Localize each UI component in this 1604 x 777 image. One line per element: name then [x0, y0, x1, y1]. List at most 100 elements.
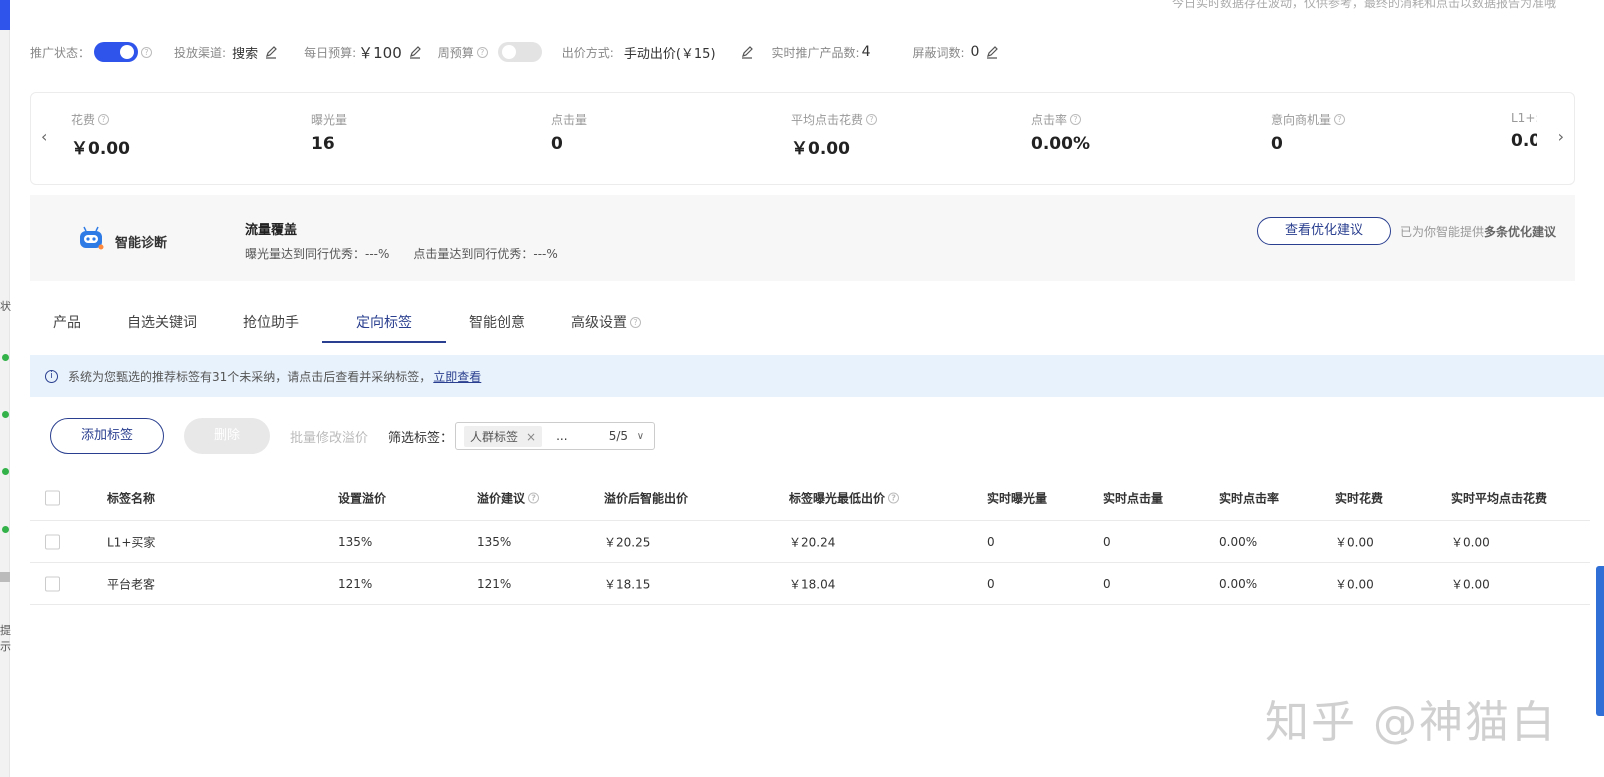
- help-icon[interactable]: ?: [1070, 114, 1082, 125]
- edit-icon[interactable]: [985, 45, 999, 59]
- data-disclaimer: 今日实时数据存在波动，仅供参考，最终的消耗和点击以数据报告为准哦: [1171, 0, 1556, 10]
- metric-label: 花费: [71, 113, 96, 127]
- tab-label: 高级设置: [571, 315, 627, 331]
- metric-label: L1+:: [1511, 111, 1537, 125]
- tag-toolbar: 添加标签 删除 批量修改溢价 筛选标签： 人群标签 × ... 5/5 ∨: [50, 418, 656, 454]
- metric-clicks: 点击量 0: [551, 111, 587, 154]
- tab-keywords[interactable]: 自选关键词: [104, 302, 220, 342]
- blocked-words-value: 0: [970, 44, 980, 60]
- column-header: 设置溢价: [338, 491, 387, 506]
- chevron-left-icon[interactable]: ‹: [41, 127, 47, 146]
- table-row[interactable]: L1+买家 135% 135% ￥20.25 ￥20.24 0 0 0.00% …: [30, 521, 1590, 563]
- tag-filter-select[interactable]: 人群标签 × ... 5/5 ∨: [455, 422, 656, 450]
- realtime-ctr: 0.00%: [1219, 534, 1258, 549]
- edit-icon[interactable]: [740, 45, 754, 59]
- column-header: 实时花费: [1335, 491, 1384, 506]
- batch-edit-premium-button[interactable]: 批量修改溢价: [290, 427, 368, 446]
- table-row[interactable]: 平台老客 121% 121% ￥18.15 ￥18.04 0 0 0.00% ￥…: [30, 563, 1590, 605]
- view-now-link[interactable]: 立即查看: [433, 368, 481, 385]
- status-dot: [2, 526, 9, 533]
- metric-value: 0.00%: [1031, 134, 1090, 154]
- metric-label: 平均点击花费: [791, 113, 864, 127]
- column-header: 溢价后智能出价: [604, 491, 689, 506]
- metric-label: 点击率: [1031, 113, 1068, 127]
- metric-l1-partial: L1+: 0.0: [1511, 111, 1537, 151]
- tab-label: 智能创意: [469, 315, 525, 331]
- min-bid: ￥20.24: [789, 535, 836, 549]
- help-icon[interactable]: ?: [866, 114, 878, 125]
- row-checkbox[interactable]: [45, 534, 60, 549]
- metrics-carousel: ‹ 花费? ￥0.00 曝光量 16 点击量 0 平均点击花费? ￥0.00 点…: [30, 92, 1575, 185]
- tab-advanced-settings[interactable]: 高级设置?: [548, 302, 664, 342]
- delete-button[interactable]: 删除: [184, 418, 270, 454]
- help-icon[interactable]: ?: [1334, 114, 1346, 125]
- filter-chip: 人群标签 ×: [464, 425, 543, 447]
- sidebar-scroll-indicator[interactable]: [0, 572, 10, 582]
- more-indicator: ...: [556, 429, 568, 443]
- metric-label: 意向商机量: [1271, 113, 1332, 127]
- status-dot: [2, 354, 9, 361]
- realtime-avg-cpc: ￥0.00: [1451, 577, 1490, 591]
- campaign-status-bar: 推广状态： ? 投放渠道: 搜索 每日预算: ￥100 周预算 ? 出价方式: …: [30, 40, 999, 64]
- help-icon[interactable]: ?: [476, 46, 488, 58]
- chevron-down-icon[interactable]: ∨: [637, 431, 644, 442]
- weekly-budget-toggle[interactable]: [497, 42, 542, 62]
- channel-label: 投放渠道:: [174, 45, 227, 60]
- help-icon[interactable]: ?: [888, 492, 900, 504]
- tab-targeting-tags[interactable]: 定向标签: [322, 302, 446, 343]
- min-bid: ￥18.04: [789, 577, 836, 591]
- row-checkbox[interactable]: [45, 576, 60, 591]
- metric-value: 0: [551, 134, 563, 154]
- realtime-clicks: 0: [1103, 576, 1111, 591]
- help-icon[interactable]: ?: [98, 114, 110, 125]
- hint-prefix: 已为你智能提供: [1400, 225, 1485, 239]
- view-suggestions-button[interactable]: 查看优化建议: [1257, 217, 1391, 245]
- tab-position-helper[interactable]: 抢位助手: [220, 302, 322, 342]
- status-dot: [2, 468, 9, 475]
- daily-budget-value: ￥100: [358, 43, 402, 62]
- metric-ctr: 点击率? 0.00%: [1031, 111, 1090, 154]
- metric-label: 曝光量: [311, 113, 348, 127]
- promo-status-label: 推广状态：: [30, 45, 91, 60]
- edit-icon[interactable]: [264, 45, 278, 59]
- smart-bid: ￥18.15: [604, 577, 651, 591]
- smart-bid: ￥20.25: [604, 535, 651, 549]
- realtime-avg-cpc: ￥0.00: [1451, 535, 1490, 549]
- bid-mode-label: 出价方式:: [561, 45, 614, 60]
- traffic-coverage-desc: 曝光量达到同行优秀：---% 点击量达到同行优秀：---%: [245, 247, 558, 261]
- channel-value: 搜索: [232, 46, 259, 62]
- help-icon[interactable]: ?: [528, 492, 540, 504]
- premium-suggestion: 135%: [477, 534, 512, 549]
- metric-spend: 花费? ￥0.00: [71, 111, 130, 159]
- chevron-right-icon[interactable]: ›: [1558, 127, 1564, 146]
- blocked-words-label: 屏蔽词数:: [912, 45, 965, 60]
- column-header: 标签曝光最低出价: [789, 491, 886, 506]
- help-icon[interactable]: ?: [630, 316, 641, 328]
- tab-products[interactable]: 产品: [30, 302, 104, 342]
- help-icon[interactable]: ?: [141, 46, 153, 58]
- tab-smart-creative[interactable]: 智能创意: [446, 302, 548, 342]
- status-dot: [2, 411, 9, 418]
- right-scrollbar[interactable]: [1596, 566, 1604, 716]
- tags-table: 标签名称 设置溢价 溢价建议? 溢价后智能出价 标签曝光最低出价? 实时曝光量 …: [30, 476, 1590, 605]
- premium-setting: 135%: [338, 534, 373, 549]
- filter-label: 筛选标签：: [388, 430, 454, 446]
- realtime-spend: ￥0.00: [1335, 577, 1374, 591]
- edit-icon[interactable]: [408, 45, 422, 59]
- close-icon[interactable]: ×: [526, 430, 536, 444]
- metric-value: ￥0.00: [71, 139, 130, 159]
- tag-name: L1+买家: [107, 535, 156, 549]
- realtime-clicks: 0: [1103, 534, 1111, 549]
- sidebar-active-marker: [0, 0, 10, 30]
- add-tag-button[interactable]: 添加标签: [50, 418, 164, 454]
- realtime-impressions: 0: [987, 576, 995, 591]
- select-all-checkbox[interactable]: [45, 490, 60, 506]
- tab-label: 自选关键词: [127, 315, 197, 331]
- bid-mode-value: 手动出价(￥15): [623, 46, 716, 62]
- suggestions-hint: 已为你智能提供多条优化建议: [1400, 223, 1556, 240]
- table-header: 标签名称 设置溢价 溢价建议? 溢价后智能出价 标签曝光最低出价? 实时曝光量 …: [30, 476, 1590, 521]
- realtime-spend: ￥0.00: [1335, 535, 1374, 549]
- column-header: 溢价建议: [477, 491, 526, 506]
- column-header-with-help: 标签曝光最低出价?: [789, 490, 900, 507]
- promo-status-toggle[interactable]: [94, 42, 139, 62]
